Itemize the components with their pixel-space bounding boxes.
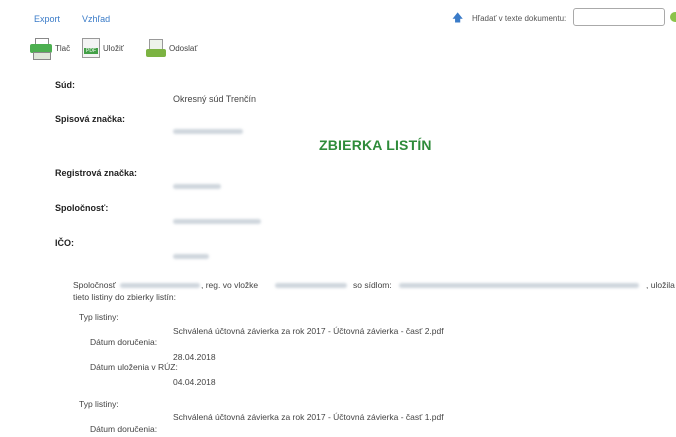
- doc1-type-label: Typ listiny:: [79, 312, 119, 322]
- redacted-company: [173, 219, 261, 224]
- para-part3: so sídlom:: [353, 280, 392, 290]
- menu-export[interactable]: Export: [34, 14, 60, 24]
- doc2-delivered-label: Dátum doručenia:: [90, 424, 158, 434]
- doc2-type-value[interactable]: Schválená účtovná závierka za rok 2017 -…: [173, 412, 444, 422]
- redacted-registration: [173, 184, 221, 189]
- arrow-up-icon[interactable]: 🡅: [452, 12, 463, 24]
- doc1-delivered-label: Dátum doručenia:: [90, 337, 158, 347]
- redacted-company-inline: [120, 283, 200, 288]
- send-document-icon: [146, 38, 166, 58]
- print-button[interactable]: Tlač: [30, 36, 70, 60]
- search-go-icon[interactable]: [670, 12, 676, 22]
- menu-bar: Export Vzhľad 🡅 Hľadať v texte dokumentu…: [0, 0, 676, 36]
- para-line2: tieto listiny do zbierky listín:: [73, 292, 176, 302]
- send-button-label: Odoslať: [169, 43, 198, 53]
- send-button[interactable]: Odoslať: [146, 36, 197, 60]
- company-label: Spoločnosť:: [55, 203, 109, 213]
- save-button-label: Uložiť: [103, 43, 124, 53]
- court-label: Súd:: [55, 80, 75, 90]
- save-button[interactable]: PDF Uložiť: [82, 36, 124, 60]
- registration-label: Registrová značka:: [55, 168, 138, 178]
- toolbar: Tlač PDF Uložiť Odoslať: [0, 36, 676, 64]
- redacted-file-number: [173, 129, 243, 134]
- redacted-insert-inline: [275, 283, 347, 288]
- redacted-ico: [173, 254, 209, 259]
- search-label: Hľadať v texte dokumentu:: [472, 14, 567, 23]
- print-button-label: Tlač: [55, 43, 71, 53]
- pdf-save-icon: PDF: [82, 38, 100, 58]
- doc2-type-label: Typ listiny:: [79, 399, 119, 409]
- court-value: Okresný súd Trenčín: [173, 94, 257, 104]
- page-title: ZBIERKA LISTÍN: [319, 137, 432, 153]
- doc1-type-value[interactable]: Schválená účtovná závierka za rok 2017 -…: [173, 326, 444, 336]
- doc1-stored-label: Dátum uloženia v RÚZ:: [90, 362, 178, 372]
- printer-icon: [30, 38, 52, 60]
- menu-view[interactable]: Vzhľad: [82, 14, 110, 24]
- redacted-address-inline: [399, 283, 639, 288]
- file-number-label: Spisová značka:: [55, 114, 126, 124]
- para-part2: , reg. vo vložke: [201, 280, 259, 290]
- para-part4: , uložila: [646, 280, 675, 290]
- ico-label: IČO:: [55, 238, 74, 248]
- doc1-delivered-value: 28.04.2018: [173, 352, 216, 362]
- search-input[interactable]: [573, 8, 665, 26]
- doc1-stored-value: 04.04.2018: [173, 377, 216, 387]
